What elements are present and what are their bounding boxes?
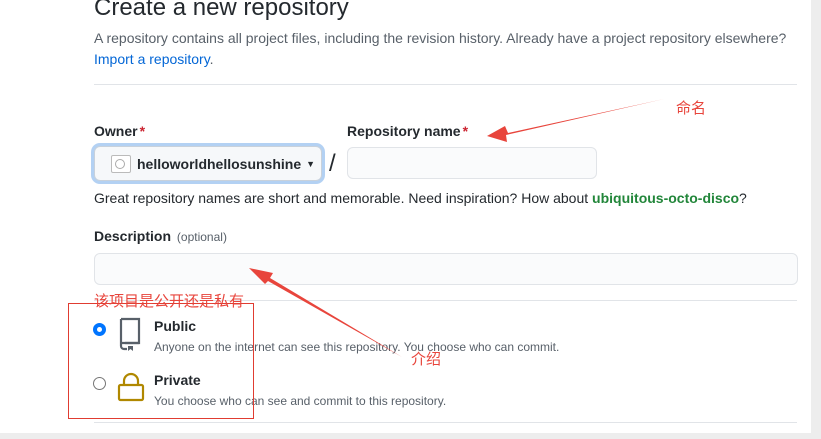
bottom-gutter (0, 433, 821, 439)
arrow-to-repo-name (487, 99, 664, 142)
page: Create a new repository A repository con… (0, 0, 821, 439)
scroll-gutter (811, 0, 821, 439)
annotation-arrows (249, 99, 664, 357)
arrow-to-description (249, 268, 402, 357)
